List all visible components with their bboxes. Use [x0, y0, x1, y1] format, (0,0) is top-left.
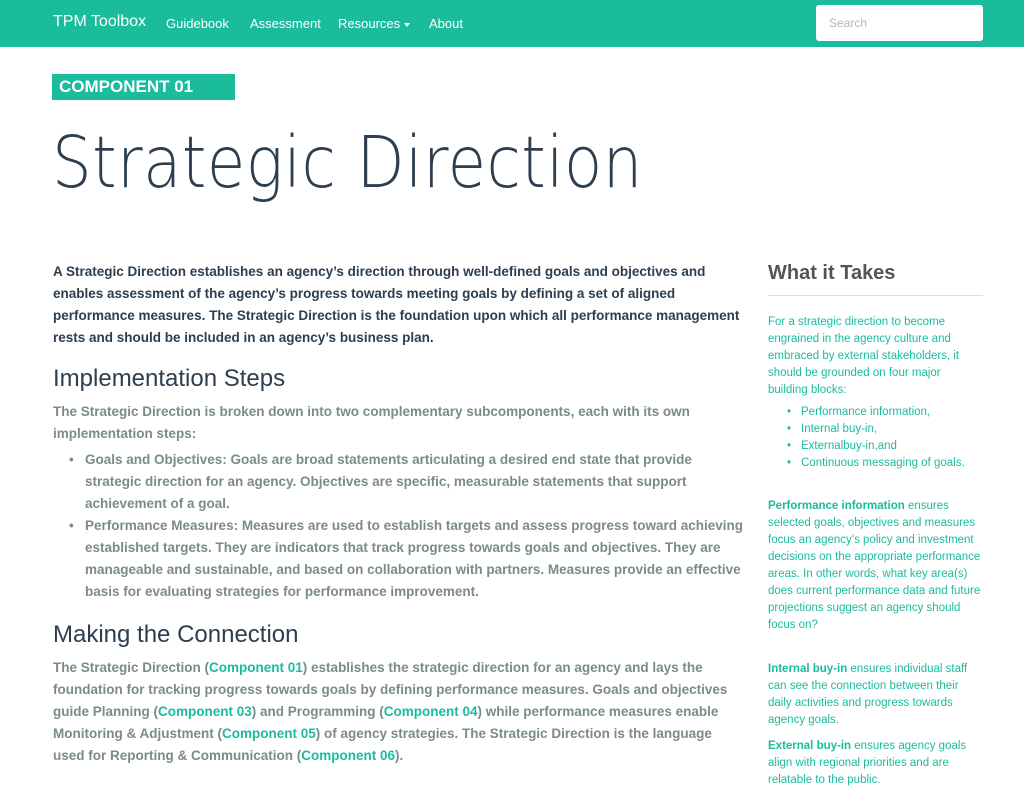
- nav-assessment[interactable]: Assessment: [250, 16, 321, 31]
- list-item: Continuous messaging of goals.: [787, 455, 981, 472]
- nav-guidebook[interactable]: Guidebook: [166, 16, 229, 31]
- external-buyin-paragraph: External buy-in ensures agency goals ali…: [768, 738, 983, 788]
- connection-paragraph: The Strategic Direction (Component 01) e…: [53, 657, 743, 767]
- nav-about[interactable]: About: [429, 16, 463, 31]
- list-item: Performance information,: [787, 404, 981, 421]
- nav-resources-label: Resources: [338, 16, 401, 31]
- text: The Strategic Direction (: [53, 660, 210, 675]
- building-blocks-list: Performance information, Internal buy-in…: [787, 404, 981, 472]
- internal-buyin-paragraph: Internal buy-in ensures individual staff…: [768, 661, 983, 729]
- list-item: Internal buy-in,: [787, 421, 981, 438]
- list-item: Externalbuy-in,and: [787, 438, 981, 455]
- sidebar-intro: For a strategic direction to become engr…: [768, 316, 960, 396]
- implementation-intro: The Strategic Direction is broken down i…: [53, 404, 690, 441]
- bold-term: Performance information: [768, 500, 905, 512]
- text: ensures selected goals, objectives and m…: [768, 500, 981, 631]
- component-05-link[interactable]: Component 05: [222, 726, 316, 741]
- list-item: Goals and Objectives: Goals are broad st…: [69, 449, 745, 515]
- list-item: Performance Measures: Measures are used …: [69, 515, 745, 603]
- bold-term: Internal buy-in: [768, 663, 848, 675]
- sidebar-title: What it Takes: [768, 262, 896, 284]
- component-03-link[interactable]: Component 03: [158, 704, 252, 719]
- sidebar-divider: [768, 295, 983, 296]
- connection-heading: Making the Connection: [53, 621, 299, 648]
- component-06-link[interactable]: Component 06: [301, 748, 395, 763]
- brand-link[interactable]: TPM Toolbox: [53, 13, 146, 31]
- search-input[interactable]: [816, 5, 983, 41]
- performance-info-paragraph: Performance information ensures selected…: [768, 498, 983, 634]
- nav-resources-dropdown[interactable]: Resources: [338, 16, 411, 31]
- bold-term: External buy-in: [768, 740, 852, 752]
- component-01-link[interactable]: Component 01: [209, 660, 303, 675]
- caret-down-icon: [404, 22, 411, 27]
- implementation-steps-list: Goals and Objectives: Goals are broad st…: [69, 449, 745, 603]
- lead-paragraph: A Strategic Direction establishes an age…: [53, 264, 740, 345]
- navbar: TPM Toolbox Guidebook Assessment Resourc…: [0, 0, 1024, 47]
- text: ).: [395, 748, 404, 763]
- component-badge: COMPONENT 01: [52, 74, 235, 100]
- text: ) and Programming (: [251, 704, 384, 719]
- page-title: Strategic Direction: [52, 121, 643, 204]
- component-04-link[interactable]: Component 04: [384, 704, 478, 719]
- implementation-heading: Implementation Steps: [53, 365, 286, 392]
